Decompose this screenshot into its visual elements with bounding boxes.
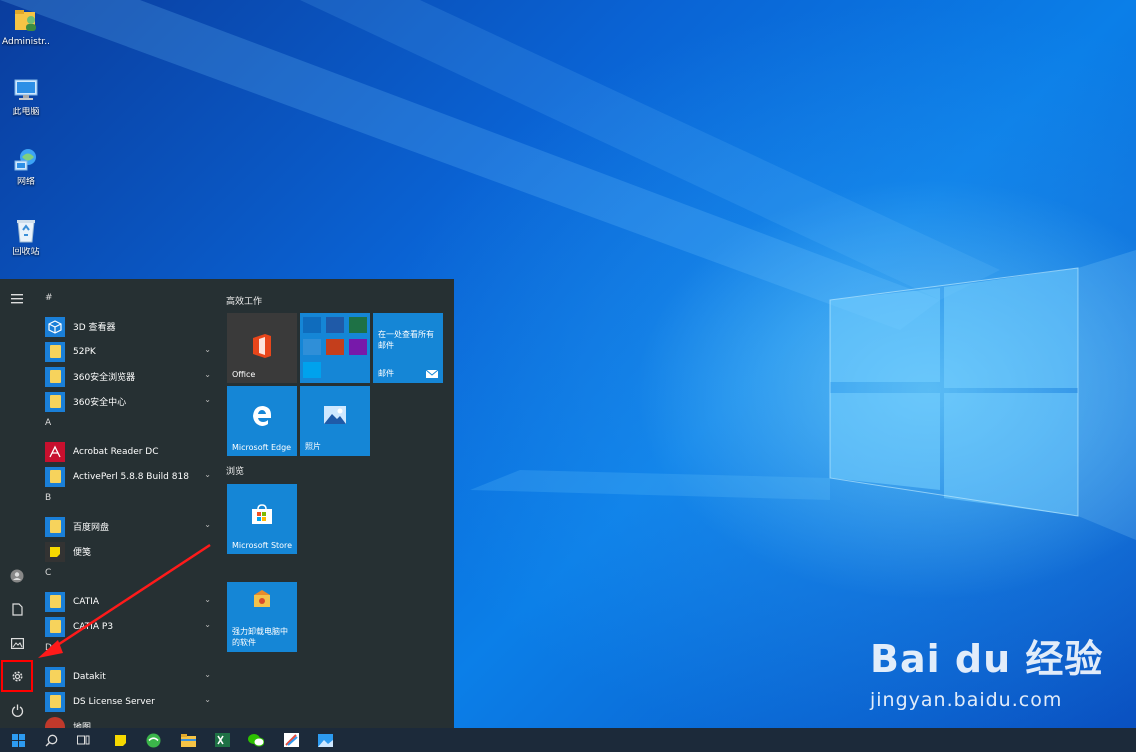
taskbar (0, 728, 1136, 752)
task-view-icon[interactable] (76, 732, 92, 748)
windows-start-icon[interactable] (10, 732, 26, 748)
wechat-icon[interactable] (248, 732, 264, 748)
file-explorer-icon[interactable] (180, 732, 196, 748)
paint-app-icon[interactable] (283, 732, 299, 748)
360-browser-icon[interactable] (145, 732, 161, 748)
watermark-brand: Bai du 经验 (870, 637, 1104, 681)
baidu-jingyan-watermark: Bai du 经验 jingyan.baidu.com (870, 628, 1103, 711)
search-icon[interactable] (43, 732, 59, 748)
photos-app-icon[interactable] (317, 732, 333, 748)
sticky-notes-icon[interactable] (112, 732, 128, 748)
excel-icon[interactable] (214, 732, 230, 748)
watermark-url: jingyan.baidu.com (870, 689, 1063, 711)
